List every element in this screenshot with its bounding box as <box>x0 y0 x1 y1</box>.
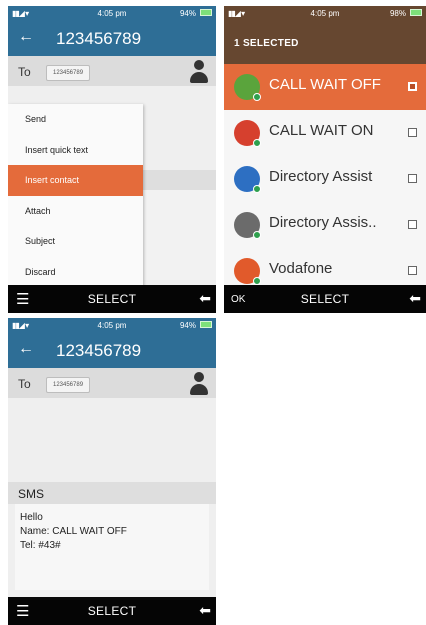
screen-contact-select: ▮▮◢ ▾ 4:05 pm 98% 1 SELECTED CALL WAIT O… <box>224 6 426 313</box>
recipient-chip[interactable]: 123456789 <box>46 377 91 393</box>
avatar <box>234 258 261 285</box>
recipient-number: 123456789 <box>56 29 142 48</box>
person-icon[interactable] <box>190 60 208 84</box>
message-line: Tel: #43# <box>20 540 61 551</box>
message-area <box>143 190 216 280</box>
recipient-chip[interactable]: 123456789 <box>46 65 91 81</box>
menu-item-send[interactable]: Send <box>8 104 143 135</box>
menu-item-insert-quick-text[interactable]: Insert quick text <box>8 135 143 166</box>
sms-label-bar: SMS <box>8 482 216 504</box>
arrow-left-icon[interactable]: ← <box>18 28 34 46</box>
softkey-bar: ☰ SELECT ⬅ <box>8 285 216 313</box>
status-bar: ▮▮◢ ▾ 4:05 pm 94% <box>8 6 216 20</box>
to-label: To <box>18 65 31 79</box>
title-bar: ← 123456789 <box>8 20 216 56</box>
contact-name: CALL WAIT OFF <box>269 76 381 93</box>
menu-item-insert-contact[interactable]: Insert contact <box>8 165 143 196</box>
message-body-field[interactable]: Hello Name: CALL WAIT OFF Tel: #43# <box>15 504 209 590</box>
avatar <box>234 212 261 239</box>
title-bar: ← 123456789 <box>8 332 216 368</box>
battery-percent: 98% <box>389 9 406 18</box>
contact-name: Vodafone <box>269 260 333 277</box>
softkey-select[interactable]: SELECT <box>8 604 216 618</box>
avatar <box>234 74 261 101</box>
sms-label: SMS <box>18 487 45 501</box>
sms-label-area <box>143 170 216 190</box>
options-menu: Send Insert quick text Insert contact At… <box>8 104 143 287</box>
selection-header: 1 SELECTED <box>224 20 426 64</box>
contact-row[interactable]: CALL WAIT ON <box>224 110 426 157</box>
contact-checkbox[interactable] <box>408 266 417 275</box>
screen-compose-sms: ▮▮◢ ▾ 4:05 pm 94% ← 123456789 To 1234567… <box>8 318 216 625</box>
message-line: Hello <box>20 512 43 523</box>
arrow-left-icon[interactable]: ← <box>18 340 34 358</box>
message-line: Name: CALL WAIT OFF <box>20 526 127 537</box>
battery-icon <box>410 9 422 16</box>
softkey-select[interactable]: SELECT <box>8 292 216 306</box>
to-row[interactable]: To 123456789 <box>8 368 216 398</box>
softkey-bar: OK SELECT ⬅ <box>224 285 426 313</box>
selection-count: 1 SELECTED <box>234 38 299 49</box>
back-arrow-icon[interactable]: ⬅ <box>409 290 421 307</box>
back-arrow-icon[interactable]: ⬅ <box>199 602 211 619</box>
battery-percent: 94% <box>179 321 196 330</box>
battery-percent: 94% <box>179 9 196 18</box>
status-bar: ▮▮◢ ▾ 4:05 pm 94% <box>8 318 216 332</box>
status-bar: ▮▮◢ ▾ 4:05 pm 98% <box>224 6 426 20</box>
contact-checkbox[interactable] <box>408 220 417 229</box>
battery-icon <box>200 321 212 328</box>
battery-icon <box>200 9 212 16</box>
contact-row[interactable]: Directory Assist <box>224 156 426 203</box>
menu-item-discard[interactable]: Discard <box>8 257 143 288</box>
softkey-select[interactable]: SELECT <box>224 292 426 306</box>
contact-name: Directory Assist <box>269 168 373 185</box>
to-row[interactable]: To 123456789 <box>8 56 216 86</box>
back-arrow-icon[interactable]: ⬅ <box>199 290 211 307</box>
contact-name: CALL WAIT ON <box>269 122 374 139</box>
contact-checkbox[interactable] <box>408 174 417 183</box>
softkey-bar: ☰ SELECT ⬅ <box>8 597 216 625</box>
to-label: To <box>18 377 31 391</box>
menu-item-attach[interactable]: Attach <box>8 196 143 227</box>
avatar <box>234 166 261 193</box>
person-icon[interactable] <box>190 372 208 396</box>
contact-row[interactable]: Directory Assis.. <box>224 202 426 249</box>
contact-row[interactable]: CALL WAIT OFF <box>224 64 426 111</box>
contact-checkbox[interactable] <box>408 128 417 137</box>
screen-compose-menu: ▮▮◢ ▾ 4:05 pm 94% ← 123456789 To 1234567… <box>8 6 216 313</box>
recipient-number: 123456789 <box>56 341 142 360</box>
menu-item-subject[interactable]: Subject <box>8 226 143 257</box>
contact-checkbox[interactable] <box>408 82 417 91</box>
contact-name: Directory Assis.. <box>269 214 377 231</box>
avatar <box>234 120 261 147</box>
